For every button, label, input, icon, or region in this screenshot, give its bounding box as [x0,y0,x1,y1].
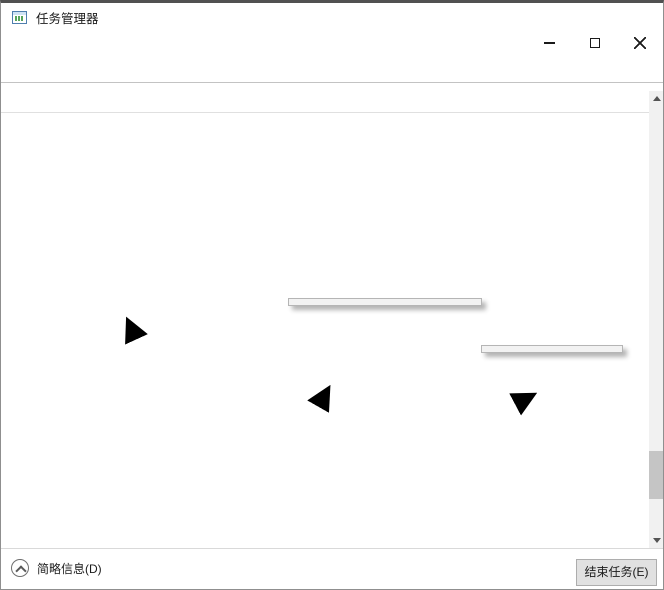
status-bar: 简略信息(D) 结束任务(E) [1,548,664,590]
minimize-button[interactable] [527,29,572,57]
task-manager-app-icon [12,11,27,24]
minimize-icon [544,42,555,44]
scroll-down-icon[interactable] [649,533,664,548]
maximize-button[interactable] [572,29,617,57]
close-button[interactable] [617,29,662,57]
maximize-icon [590,38,600,48]
column-header-row [1,91,649,113]
vertical-scrollbar[interactable] [649,91,664,548]
fewer-details-label: 简略信息(D) [37,560,102,577]
tab-strip [1,58,664,83]
close-icon [634,37,646,49]
scroll-up-icon[interactable] [649,91,664,106]
chevron-up-circle-icon [11,559,29,577]
details-list [1,89,664,548]
window-controls [527,29,662,57]
scrollbar-thumb[interactable] [649,451,664,499]
fewer-details-toggle[interactable]: 简略信息(D) [11,559,102,577]
end-task-button[interactable]: 结束任务(E) [576,559,657,586]
priority-submenu [481,345,623,353]
window-title: 任务管理器 [36,8,99,27]
context-menu [288,298,482,306]
task-manager-window: 任务管理器 简略信息(D) 结束任务(E) [0,0,664,590]
titlebar: 任务管理器 [1,3,664,31]
